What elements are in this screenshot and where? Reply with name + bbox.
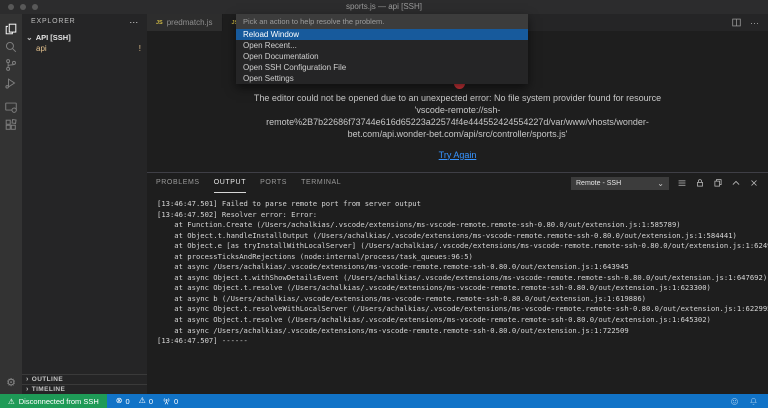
error-circle-icon: ⊗: [115, 396, 123, 405]
quickpick-item-open-recent[interactable]: Open Recent...: [236, 40, 528, 51]
explorer-sidebar: EXPLORER ⋯ ⌄ API [SSH] api ! › OUTLINE ›…: [22, 14, 147, 394]
bottom-panel: PROBLEMS OUTPUT PORTS TERMINAL Remote - …: [147, 172, 768, 394]
timeline-section[interactable]: › TIMELINE: [22, 384, 147, 394]
explorer-more-actions-icon[interactable]: ⋯: [129, 17, 139, 26]
sidebar-title: EXPLORER: [31, 18, 76, 25]
outline-section[interactable]: › OUTLINE: [22, 374, 147, 384]
close-panel-icon[interactable]: [749, 178, 759, 188]
search-icon[interactable]: [0, 40, 22, 54]
editor-error-message: The editor could not be opened due to an…: [253, 93, 662, 139]
panel-tab-terminal[interactable]: TERMINAL: [301, 174, 341, 192]
quickpick-item-reload-window[interactable]: Reload Window: [236, 29, 528, 40]
workspace-section-header[interactable]: ⌄ API [SSH]: [22, 32, 147, 43]
quickpick-item-open-settings[interactable]: Open Settings: [236, 73, 528, 84]
warning-icon: ⚠: [138, 396, 146, 405]
vscode-window: sports.js — api [SSH] ⚙ EXPLORER ⋯ ⌄ API…: [0, 0, 768, 408]
title-bar: sports.js — api [SSH]: [0, 0, 768, 14]
split-editor-icon[interactable]: [731, 17, 742, 28]
remote-explorer-icon[interactable]: [0, 100, 22, 114]
run-debug-icon[interactable]: [0, 76, 22, 90]
quickpick-item-open-ssh-config[interactable]: Open SSH Configuration File: [236, 62, 528, 73]
chevron-right-icon: ›: [26, 376, 29, 383]
clear-output-icon[interactable]: [677, 178, 687, 188]
sidebar-bottom-sections: › OUTLINE › TIMELINE: [22, 374, 147, 394]
manage-gear-icon[interactable]: ⚙: [0, 376, 22, 390]
chevron-down-icon: ⌄: [26, 33, 33, 42]
js-file-icon: JS: [156, 19, 163, 26]
source-control-icon[interactable]: [0, 58, 22, 72]
notifications-bell-icon[interactable]: [749, 397, 758, 406]
chevron-down-icon: ⌄: [657, 178, 664, 188]
forwarded-ports-indicator[interactable]: 0: [162, 397, 178, 406]
panel-tab-output[interactable]: OUTPUT: [213, 174, 247, 193]
problems-errors-indicator[interactable]: ⊗ 0: [116, 394, 130, 408]
quick-input-list: Reload Window Open Recent... Open Docume…: [236, 29, 528, 84]
output-channel-select[interactable]: Remote - SSH ⌄: [571, 176, 669, 190]
tab-label: predmatch.js: [166, 18, 213, 27]
lock-scroll-icon[interactable]: [695, 178, 705, 188]
problems-warnings-indicator[interactable]: ⚠ 0: [139, 394, 153, 408]
panel-tab-problems[interactable]: PROBLEMS: [156, 174, 200, 192]
feedback-smiley-icon[interactable]: [730, 397, 739, 406]
output-log: [13:46:47.501] Failed to parse remote po…: [157, 199, 768, 346]
editor-more-actions-icon[interactable]: ⋯: [750, 18, 759, 28]
activity-bar: ⚙: [0, 14, 22, 394]
close-window-button[interactable]: [8, 4, 14, 10]
chevron-right-icon: ›: [26, 386, 29, 393]
file-label: api: [36, 44, 47, 53]
maximize-window-button[interactable]: [32, 4, 38, 10]
maximize-panel-icon[interactable]: [731, 178, 741, 188]
extensions-icon[interactable]: [0, 118, 22, 132]
warning-icon: ⚠: [8, 396, 15, 406]
explorer-icon[interactable]: [0, 22, 22, 36]
status-bar: ⚠ Disconnected from SSH ⊗ 0 ⚠ 0 0: [0, 394, 768, 408]
remote-status-indicator[interactable]: ⚠ Disconnected from SSH: [0, 394, 107, 408]
quick-input-widget: Reload Window Open Recent... Open Docume…: [236, 14, 528, 84]
radio-tower-icon: [163, 397, 170, 404]
panel-tab-ports[interactable]: PORTS: [260, 174, 287, 192]
quickpick-item-open-documentation[interactable]: Open Documentation: [236, 51, 528, 62]
open-in-editor-icon[interactable]: [713, 178, 723, 188]
minimize-window-button[interactable]: [20, 4, 26, 10]
quick-input-field[interactable]: [236, 14, 528, 29]
file-badge: !: [138, 44, 141, 53]
window-controls: [8, 4, 38, 10]
try-again-link[interactable]: Try Again: [439, 150, 477, 162]
file-item-api[interactable]: api !: [22, 43, 147, 54]
window-title: sports.js — api [SSH]: [345, 2, 423, 11]
tab-predmatch-js[interactable]: JS predmatch.js: [147, 14, 223, 31]
